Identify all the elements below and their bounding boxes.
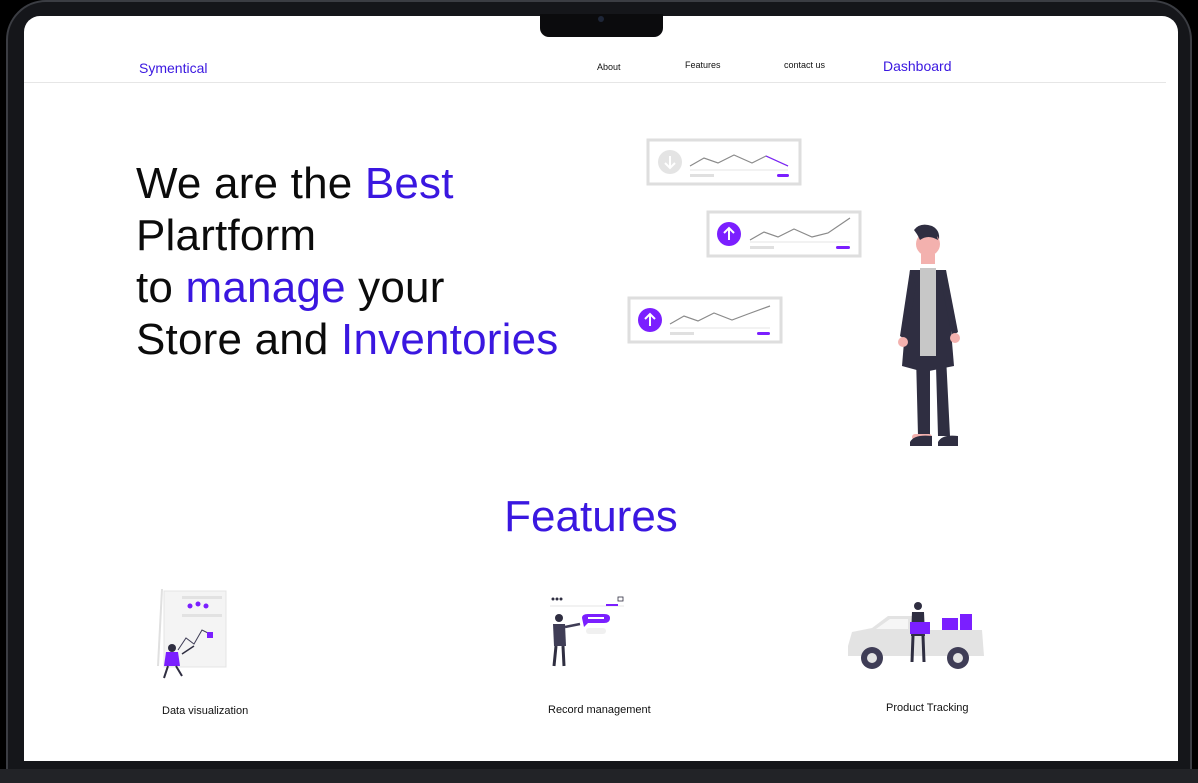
feature-label-product-tracking: Product Tracking [886,702,969,714]
nav-link-features[interactable]: Features [685,60,721,70]
product-tracking-illustration [848,602,984,669]
chart-card-1 [646,138,802,186]
chart-card-3 [627,296,783,344]
hero-text: Store and [136,315,342,364]
record-management-illustration [550,596,624,667]
hero-accent-manage: manage [185,263,346,312]
hero-text: to [136,263,186,312]
hero-accent-best: Best [364,159,454,208]
hero-heading: We are the Best Plartform to manage your… [136,158,558,366]
nav-link-dashboard[interactable]: Dashboard [883,58,952,74]
laptop-base [0,769,1198,783]
camera-icon [598,16,604,22]
nav-link-about[interactable]: About [597,62,621,72]
browser-screen: Symentical About Features contact us Das… [24,16,1178,761]
data-visualization-illustration [157,588,227,679]
hero-text: We are the [136,159,365,208]
feature-label-data-visualization: Data visualization [162,705,249,717]
feature-label-record-management: Record management [548,704,651,716]
nav-link-contact[interactable]: contact us [784,60,825,70]
hero-text: your [345,263,445,312]
hero-text: Plartform [136,211,317,260]
hero-illustration [627,138,960,446]
hero-accent-inventories: Inventories [341,315,559,364]
brand-logo[interactable]: Symentical [139,60,207,76]
chart-card-2 [706,210,862,258]
top-navbar: Symentical About Features contact us Das… [24,52,1166,83]
person-illustration [898,224,960,446]
features-heading: Features [504,492,678,541]
